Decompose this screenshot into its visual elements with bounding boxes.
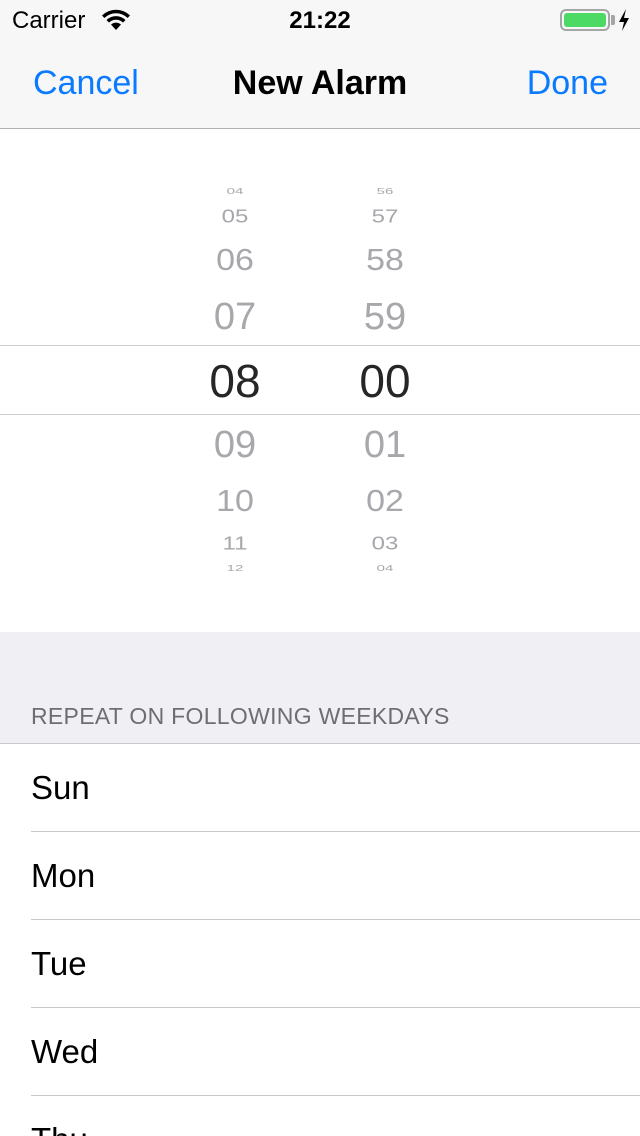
hour-option[interactable]: 12	[175, 564, 295, 572]
weekday-list: Sun Mon Tue Wed Thu	[0, 744, 640, 1136]
weekday-label: Mon	[31, 857, 96, 894]
minute-option[interactable]: 59	[325, 298, 445, 336]
hour-option[interactable]: 04	[175, 187, 295, 195]
hour-option[interactable]: 09	[175, 426, 295, 464]
picker-selection-bottom-line	[0, 414, 640, 415]
weekday-row-thu[interactable]: Thu	[0, 1096, 640, 1136]
weekday-row-tue[interactable]: Tue	[0, 920, 640, 1008]
minute-option[interactable]: 58	[325, 245, 445, 276]
weekday-label: Thu	[31, 1121, 88, 1136]
weekday-label: Sun	[31, 769, 90, 806]
section-header: REPEAT ON FOLLOWING WEEKDAYS	[31, 703, 450, 729]
selected-hour[interactable]: 08	[175, 358, 295, 404]
time-picker[interactable]: 04 05 06 07 08 09 10 11 12 56 57 58 59 0…	[0, 129, 640, 632]
status-time: 21:22	[289, 7, 351, 34]
weekday-row-mon[interactable]: Mon	[0, 832, 640, 920]
battery-icon	[560, 9, 610, 31]
minute-option[interactable]: 01	[325, 426, 445, 464]
picker-selection-top-line	[0, 345, 640, 346]
status-bar: Carrier 21:22	[0, 0, 640, 40]
selected-minute[interactable]: 00	[325, 358, 445, 404]
minute-wheel[interactable]: 56 57 58 59 00 01 02 03 04	[325, 129, 445, 632]
battery-tip	[611, 15, 615, 25]
repeat-section-header-area: REPEAT ON FOLLOWING WEEKDAYS	[0, 632, 640, 744]
weekday-row-wed[interactable]: Wed	[0, 1008, 640, 1096]
minute-option[interactable]: 04	[325, 564, 445, 572]
hour-option[interactable]: 11	[175, 535, 295, 553]
hour-wheel[interactable]: 04 05 06 07 08 09 10 11 12	[175, 129, 295, 632]
minute-option[interactable]: 02	[325, 486, 445, 517]
minute-option[interactable]: 57	[325, 208, 445, 226]
weekday-label: Tue	[31, 945, 87, 982]
hour-option[interactable]: 10	[175, 486, 295, 517]
navigation-bar: Cancel New Alarm Done	[0, 40, 640, 129]
weekday-row-sun[interactable]: Sun	[0, 744, 640, 832]
minute-option[interactable]: 03	[325, 535, 445, 553]
hour-option[interactable]: 07	[175, 298, 295, 336]
minute-option[interactable]: 56	[325, 187, 445, 195]
weekday-label: Wed	[31, 1033, 99, 1070]
charging-bolt-icon	[619, 9, 629, 31]
done-button[interactable]: Done	[527, 64, 608, 103]
cancel-button[interactable]: Cancel	[33, 64, 139, 103]
hour-option[interactable]: 05	[175, 208, 295, 226]
hour-option[interactable]: 06	[175, 245, 295, 276]
